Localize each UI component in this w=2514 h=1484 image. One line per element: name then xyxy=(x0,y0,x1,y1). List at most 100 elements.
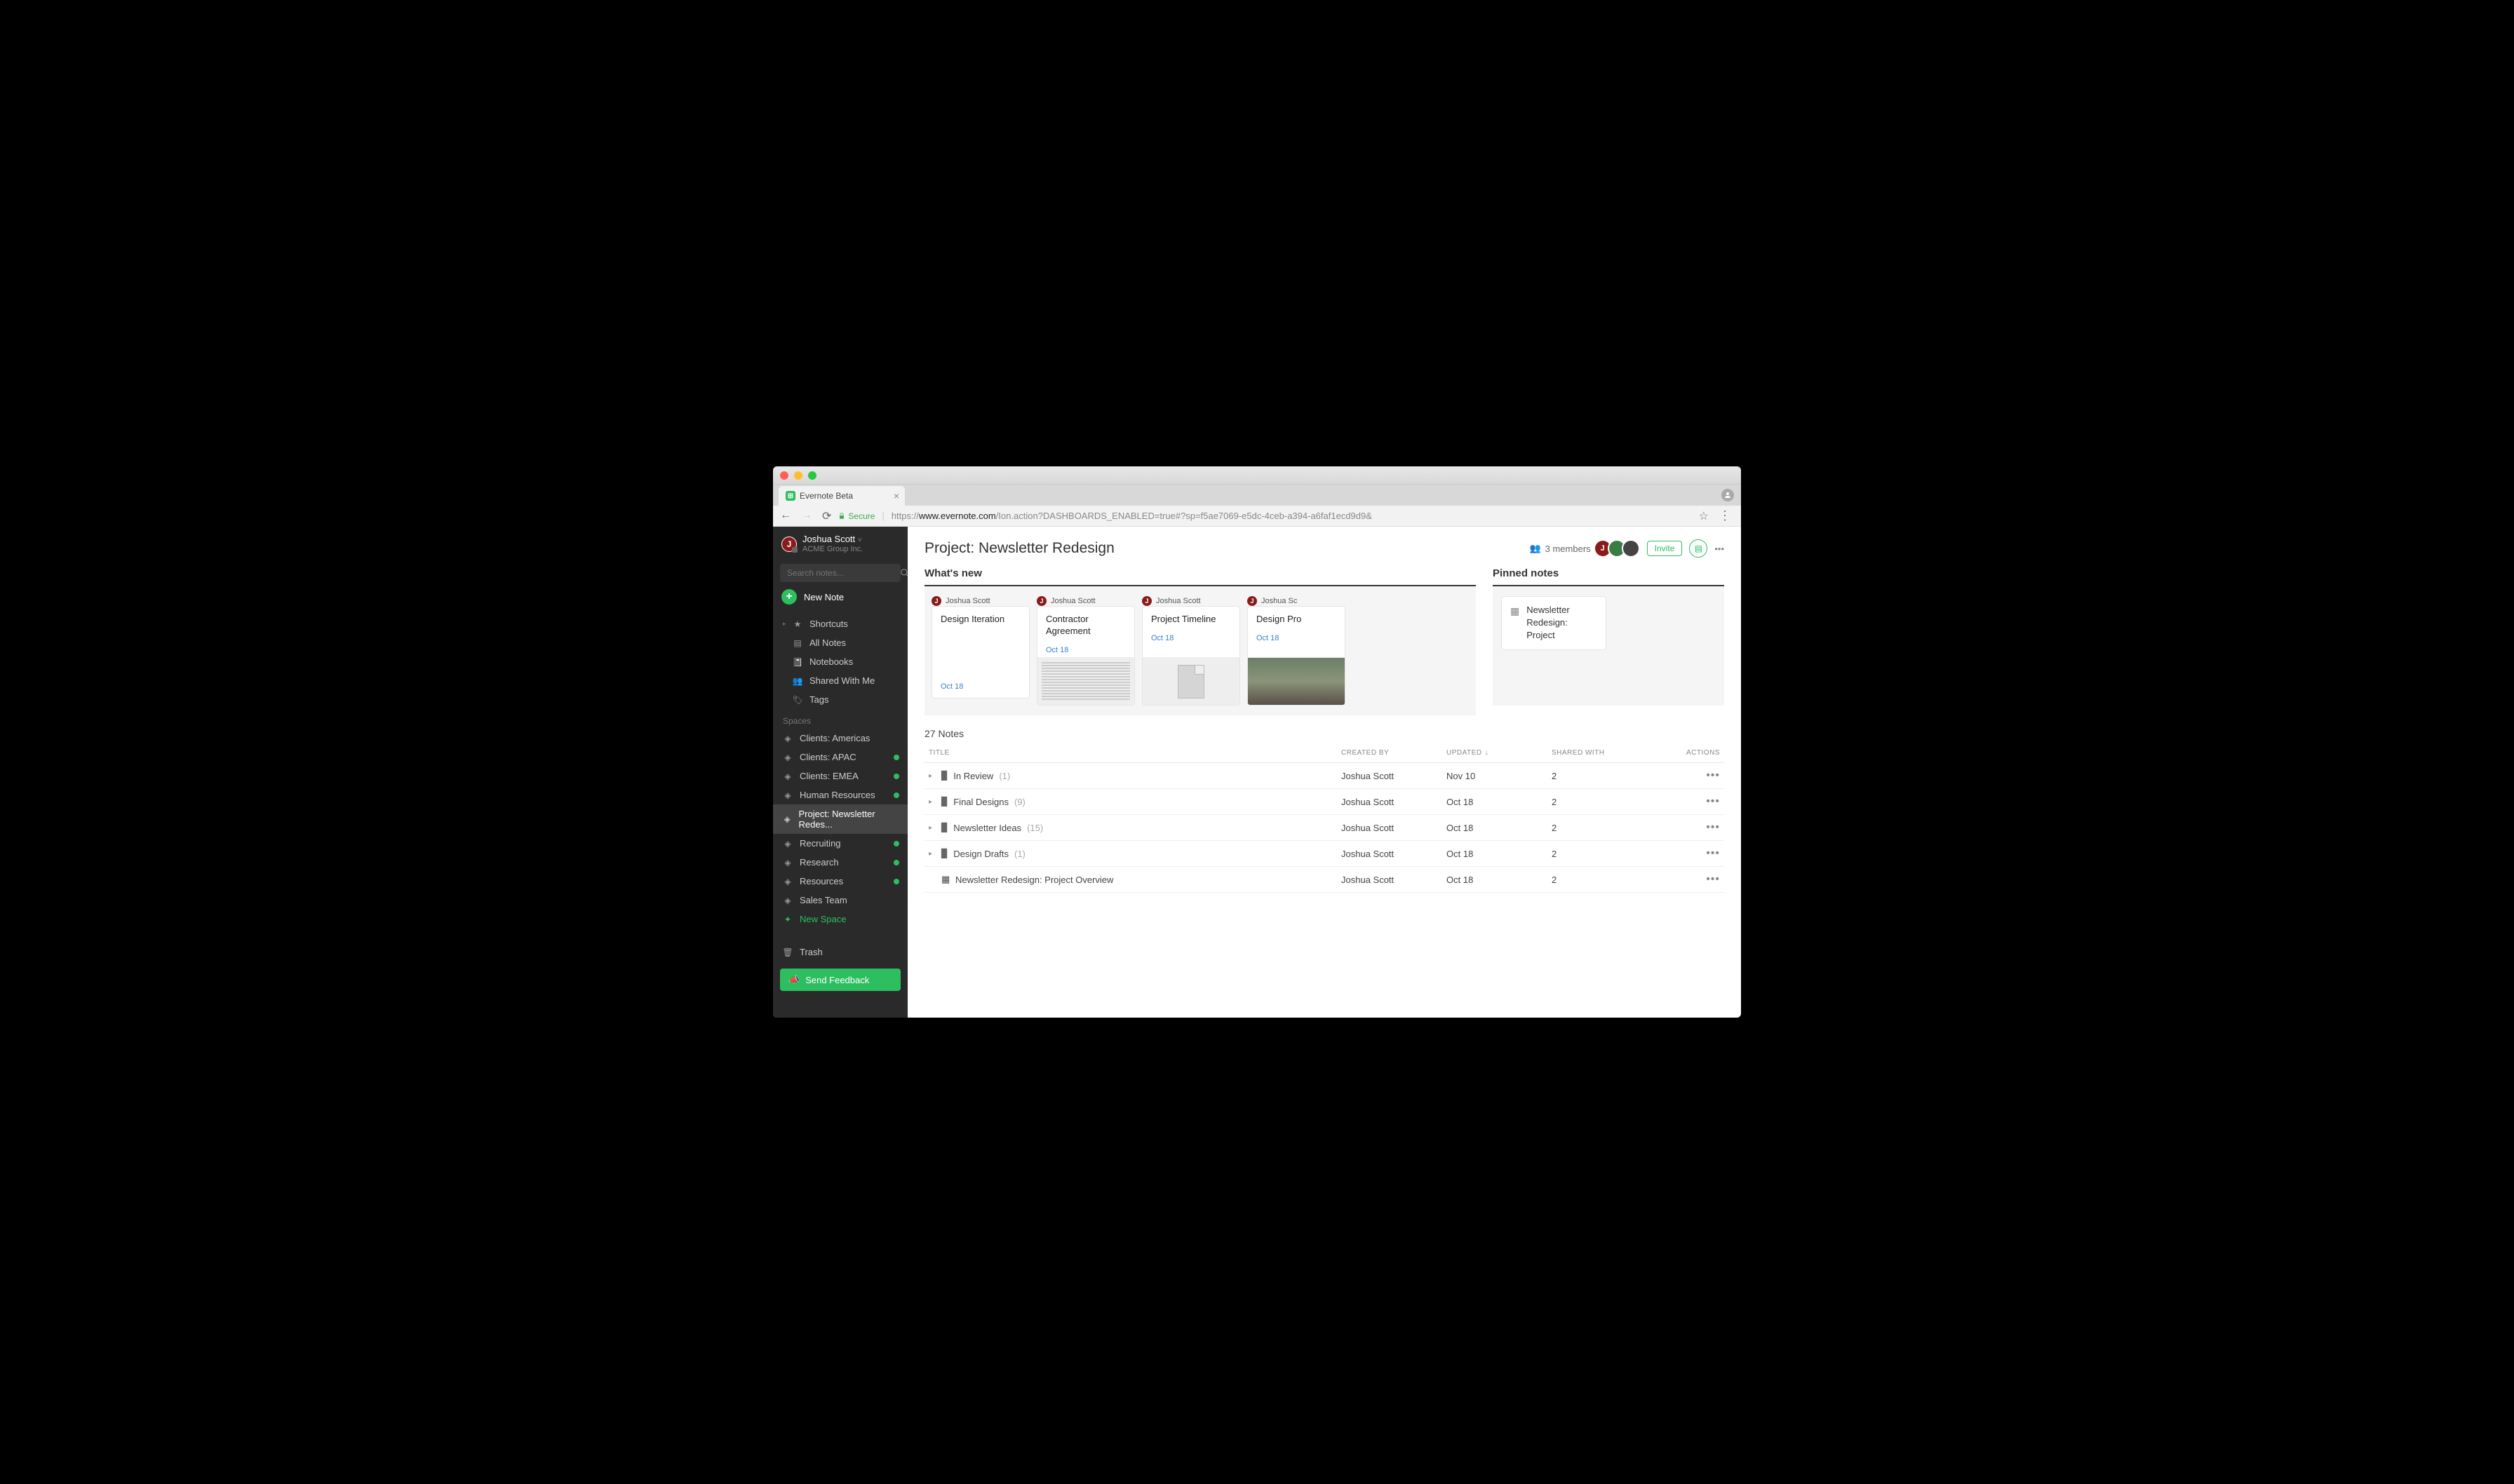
card-date: Oct 18 xyxy=(941,682,1021,691)
cube-icon: ◈ xyxy=(783,858,793,868)
sidebar-space-item[interactable]: ◈Human Resources xyxy=(773,785,908,804)
card-date: Oct 18 xyxy=(1256,634,1336,642)
row-actions-button[interactable]: ••• xyxy=(1671,847,1720,860)
cube-icon: ◈ xyxy=(783,877,793,886)
table-row[interactable]: ▸▉Design Drafts (1)Joshua ScottOct 182••… xyxy=(925,841,1724,867)
table-row[interactable]: ▸▉Newsletter Ideas (15)Joshua ScottOct 1… xyxy=(925,815,1724,841)
notebook-icon: ▉ xyxy=(941,823,948,832)
layout-toggle-button[interactable]: ▤ xyxy=(1689,539,1707,558)
bookmark-star-icon[interactable]: ☆ xyxy=(1699,509,1709,523)
member-avatars[interactable]: J xyxy=(1598,539,1640,558)
window-minimize-button[interactable] xyxy=(794,471,802,480)
avatar-icon: J xyxy=(1037,596,1047,606)
window-titlebar xyxy=(773,466,1741,485)
pinned-note[interactable]: ▦ Newsletter Redesign: Project xyxy=(1501,596,1606,650)
notes-count: 27 Notes xyxy=(925,721,1724,743)
cube-icon: ◈ xyxy=(783,753,793,762)
search-input[interactable] xyxy=(787,568,896,578)
avatar xyxy=(1622,539,1640,558)
sidebar-search[interactable] xyxy=(780,564,901,582)
main-content: Project: Newsletter Redesign 👥 3 members… xyxy=(908,527,1741,1018)
avatar-icon: J xyxy=(932,596,941,606)
row-actions-button[interactable]: ••• xyxy=(1671,769,1720,782)
browser-url-bar: ← → ⟳ Secure | https://www.evernote.com/… xyxy=(773,506,1741,527)
sidebar-item-tags[interactable]: 🏷Tags xyxy=(773,690,908,709)
expand-caret-icon[interactable]: ▸ xyxy=(929,824,936,832)
sidebar-trash[interactable]: 🗑 Trash xyxy=(773,943,908,962)
url-text[interactable]: https://www.evernote.com/Ion.action?DASH… xyxy=(892,511,1372,521)
pinned-header: Pinned notes xyxy=(1493,563,1724,586)
whats-new-card[interactable]: Project Timeline Oct 18 xyxy=(1142,606,1240,706)
browser-reload-button[interactable]: ⟳ xyxy=(822,509,831,523)
sidebar-item-all-notes[interactable]: ▤All Notes xyxy=(773,633,908,652)
table-row[interactable]: ▸▉In Review (1)Joshua ScottNov 102••• xyxy=(925,763,1724,789)
sidebar: J Joshua Scott ˅ ACME Group Inc. + New N… xyxy=(773,527,908,1018)
cube-icon: ◈ xyxy=(783,790,793,800)
spaces-header: Spaces xyxy=(773,709,908,729)
sidebar-space-item[interactable]: ◈Clients: APAC xyxy=(773,748,908,767)
members-icon: 👥 xyxy=(1529,543,1540,554)
sort-arrow-icon: ↓ xyxy=(1485,749,1489,757)
invite-button[interactable]: Invite xyxy=(1647,541,1683,556)
whats-new-card[interactable]: Contractor AgreementOct 18 xyxy=(1037,606,1135,706)
sidebar-space-item[interactable]: ◈Project: Newsletter Redes... xyxy=(773,804,908,834)
sidebar-space-item[interactable]: ◈Research xyxy=(773,853,908,872)
trash-icon: 🗑 xyxy=(783,947,793,957)
table-row[interactable]: ▸▉Final Designs (9)Joshua ScottOct 182••… xyxy=(925,789,1724,815)
window-close-button[interactable] xyxy=(780,471,788,480)
pinned-panel: ▦ Newsletter Redesign: Project xyxy=(1493,586,1724,706)
col-created-by[interactable]: CREATED BY xyxy=(1341,749,1446,757)
table-row[interactable]: ▦Newsletter Redesign: Project Overview J… xyxy=(925,867,1724,893)
col-title[interactable]: TITLE xyxy=(929,749,1341,757)
card-title: Design Pro xyxy=(1256,614,1336,626)
tab-close-button[interactable]: × xyxy=(894,490,899,501)
page-title: Project: Newsletter Redesign xyxy=(925,540,1115,557)
col-updated[interactable]: UPDATED↓ xyxy=(1446,749,1552,757)
nav-icon: 📓 xyxy=(793,657,802,667)
sidebar-space-item[interactable]: ◈Resources xyxy=(773,872,908,891)
notebook-icon: ▉ xyxy=(941,771,948,781)
window-maximize-button[interactable] xyxy=(808,471,816,480)
new-space-button[interactable]: ✦ New Space xyxy=(773,910,908,929)
card-author: JJoshua Sc xyxy=(1247,596,1345,606)
notebook-icon: ▉ xyxy=(941,797,948,807)
row-actions-button[interactable]: ••• xyxy=(1671,873,1720,886)
sidebar-space-item[interactable]: ◈Clients: Americas xyxy=(773,729,908,748)
col-shared-with[interactable]: SHARED WITH xyxy=(1552,749,1671,757)
row-actions-button[interactable]: ••• xyxy=(1671,795,1720,808)
whats-new-card[interactable]: Design Pro Oct 18 xyxy=(1247,606,1345,706)
row-actions-button[interactable]: ••• xyxy=(1671,821,1720,834)
expand-caret-icon[interactable]: ▸ xyxy=(929,772,936,780)
avatar-icon: J xyxy=(1142,596,1152,606)
user-avatar-icon: J xyxy=(781,537,797,552)
browser-tab-evernote[interactable]: ⊞ Evernote Beta × xyxy=(779,486,905,506)
card-author: JJoshua Scott xyxy=(932,596,1030,606)
secure-indicator[interactable]: Secure xyxy=(838,511,875,521)
new-note-button[interactable]: + New Note xyxy=(781,589,899,605)
sidebar-space-item[interactable]: ◈Clients: EMEA xyxy=(773,767,908,785)
expand-caret-icon[interactable]: ▸ xyxy=(929,798,936,806)
browser-forward-button[interactable]: → xyxy=(801,509,812,523)
sidebar-item-shortcuts[interactable]: ▸★Shortcuts xyxy=(773,614,908,633)
sidebar-account[interactable]: J Joshua Scott ˅ ACME Group Inc. xyxy=(773,527,908,561)
sidebar-space-item[interactable]: ◈Recruiting xyxy=(773,834,908,853)
whats-new-card[interactable]: Design Iteration Oct 18 xyxy=(932,606,1030,699)
browser-menu-icon[interactable]: ⋮ xyxy=(1716,508,1734,523)
caret-icon: ▸ xyxy=(783,620,788,628)
more-actions-icon[interactable]: ••• xyxy=(1714,544,1724,554)
card-date: Oct 18 xyxy=(1151,634,1231,642)
browser-back-button[interactable]: ← xyxy=(780,509,791,523)
send-feedback-button[interactable]: 📣 Send Feedback xyxy=(780,969,901,991)
members-indicator[interactable]: 👥 3 members xyxy=(1529,543,1590,554)
sidebar-item-shared-with-me[interactable]: 👥Shared With Me xyxy=(773,671,908,690)
card-title: Design Iteration xyxy=(941,614,1021,626)
nav-icon: 🏷 xyxy=(793,695,802,705)
sidebar-space-item[interactable]: ◈Sales Team xyxy=(773,891,908,910)
sidebar-item-notebooks[interactable]: 📓Notebooks xyxy=(773,652,908,671)
expand-caret-icon[interactable]: ▸ xyxy=(929,850,936,858)
whats-new-panel: JJoshua Scott Design Iteration Oct 18 JJosh… xyxy=(925,586,1476,715)
tab-title: Evernote Beta xyxy=(800,491,853,501)
notes-table: TITLE CREATED BY UPDATED↓ SHARED WITH AC… xyxy=(925,743,1724,893)
card-title: Project Timeline xyxy=(1151,614,1231,626)
chrome-profile-icon[interactable] xyxy=(1721,489,1734,501)
